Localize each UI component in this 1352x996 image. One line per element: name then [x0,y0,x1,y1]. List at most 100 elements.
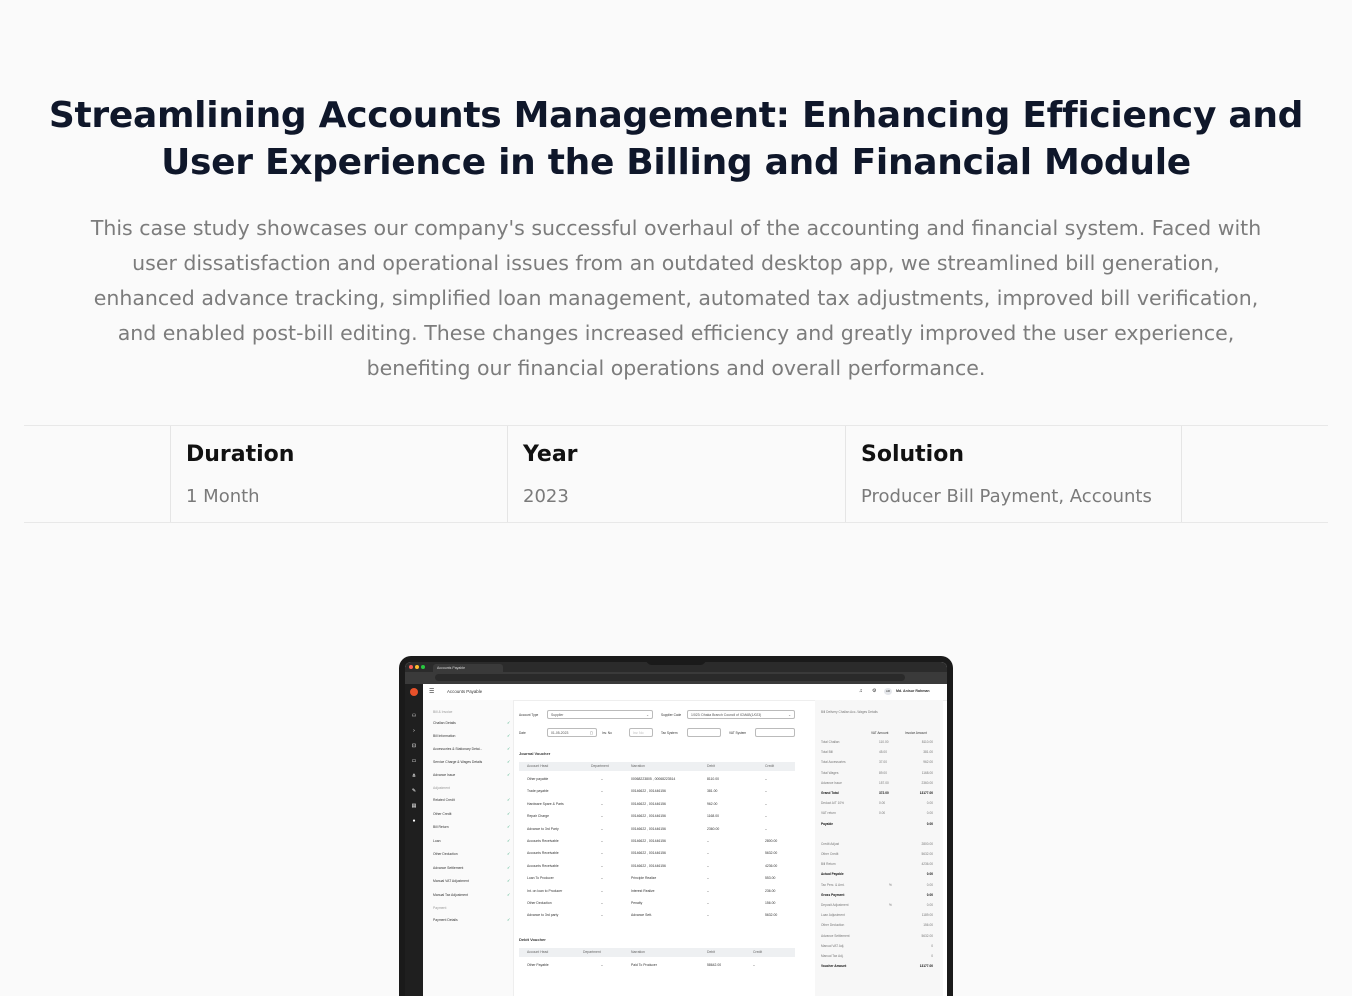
cell: 381.00 [707,789,718,794]
menu-item[interactable]: Service Charge & Wages Details [433,760,482,764]
vat-system-label: VAT System [729,731,747,735]
cell: 2360.00 [707,826,720,831]
bell-icon[interactable]: ● [411,819,417,824]
network-icon[interactable]: ⋔ [411,774,417,779]
cart-icon[interactable]: ⊡ [411,744,417,749]
cell: – [765,814,767,819]
menu-item[interactable]: Manual Tax Adjustment [433,893,468,897]
settings-gear-icon[interactable]: ⚙ [872,688,876,694]
wallet-icon[interactable]: ▤ [411,804,417,809]
table-row[interactable]: Accounts Receivable – 00146622 , 001446156… [519,861,799,873]
cell: Advance to 3rd party [527,913,559,918]
tax-system-select[interactable] [687,728,721,737]
summary-row: Advance Settlement 5632.00 [821,934,937,938]
cell: Accounts Receivable [527,839,559,843]
date-field[interactable]: 01-05-2023 ▢ [547,728,597,737]
table-row[interactable]: Accounts Receivable – 00146622 , 001446156… [519,848,799,860]
cell: – [601,913,603,918]
avatar[interactable]: AR [884,688,892,695]
column-header: Account Head [527,764,549,768]
table-row[interactable]: Advance to 3rd Party – 00146622 , 00144615… [519,824,799,836]
menu-item[interactable]: Advance Settlement [433,866,463,870]
account-type-select[interactable]: Supplier ⌄ [547,710,653,719]
edit-icon[interactable]: ✎ [411,789,417,794]
menu-item[interactable]: Payment Details [433,918,458,922]
camera-notch [646,656,706,665]
cell: 00146622 , 001446156 [631,826,666,831]
cell: 00146622 , 001446156 [631,814,666,819]
address-bar[interactable] [435,674,905,681]
summary-row: Actual Payable 0.00 [821,872,937,876]
table-row[interactable]: Repair Charge – 00146622 , 001446156 1168.0… [519,811,799,823]
table-row[interactable]: Accounts Receivable – 00146622 , 001446156… [519,836,799,848]
summary-panel: Bill Delivery Challan Acc.-Wages Details… [815,700,943,996]
cell: – [765,801,767,806]
minimize-window-icon[interactable] [415,665,419,669]
maximize-window-icon[interactable] [421,665,425,669]
cell: – [707,888,709,893]
chevron-down-icon: ⌄ [646,713,649,717]
menu-item[interactable]: Other Deduction [433,852,458,856]
close-window-icon[interactable] [409,665,413,669]
menu-item[interactable]: Bill Return [433,825,449,829]
menu-item[interactable]: Accessories & Stationary Detai... [433,747,482,751]
cell: Trade payable [527,789,549,794]
check-icon: ✓ [507,746,511,751]
summary-row: Total Challan 110.00 8110.00 [821,740,937,744]
table-row[interactable]: Other payable – 00068223805 , 00068223514 8… [519,774,799,786]
cell: Principle Realize [631,876,657,881]
menu-item[interactable]: Related Credit [433,798,455,802]
calendar-icon: ▢ [589,731,593,735]
browser-tab[interactable]: Accounts Payable [433,664,503,672]
laptop-screen: Accounts Payable ⚇ › ⊡ ▭ ⋔ ✎ ▤ ● ☰ Accou… [405,662,947,996]
table-row[interactable]: Int. on loan to Producer – Interest Realiz… [519,886,799,898]
cell: – [601,777,603,781]
users-icon[interactable]: ⚇ [411,714,417,719]
cell: 156.00 [765,901,776,905]
summary-row: Manual VAT Adj. 0 [821,944,937,948]
menu-item[interactable]: Advance Issue [433,773,455,777]
table-row[interactable]: Advance to 3rd party – Advance Sett. – 5632.… [519,910,799,922]
meta-value: 1 Month [186,486,260,507]
summary-label: Total Bill [821,750,833,755]
summary-label: Other Deduction [821,923,845,928]
menu-item[interactable]: Other Credit [433,812,451,816]
table-row[interactable]: Other Deduction – Penalty – 156.00 [519,898,799,910]
vat-system-select[interactable] [755,728,795,737]
menu-item[interactable]: Loan [433,839,441,843]
notification-bell-icon[interactable]: ♫ [859,688,863,694]
table-row[interactable]: Trade payable – 00146622 , 001446156 381.00… [519,786,799,798]
check-icon: ✓ [507,878,511,883]
truck-icon[interactable]: ▭ [411,759,417,764]
summary-vat: 0.00 [879,801,886,806]
table-row[interactable]: Loan To Producer – Principle Realize – 553.0… [519,873,799,885]
summary-label: Total Wages [821,770,839,775]
chevron-down-icon: ⌄ [788,713,791,717]
meta-year: Year 2023 [507,426,845,522]
cell: Accounts Receivable [527,851,559,856]
cell: Int. on loan to Producer [527,888,563,893]
browser-toolbar [405,672,947,684]
invoice-no-input[interactable]: Inv. No [629,728,653,737]
section-menu: Bill & Invoice Challan Details ✓ Bill In… [423,700,514,996]
summary-amount: 0.00 [926,903,933,907]
menu-item[interactable]: Manual VAT Adjustment [433,879,469,883]
journal-voucher-title: Journal Voucher [519,751,551,756]
supplier-code-select[interactable]: 1/023: Dhaka Branch Council of ICMAB(1/0… [687,710,795,719]
hamburger-menu-icon[interactable]: ☰ [429,688,434,695]
chevron-icon[interactable]: › [411,729,417,734]
cell: – [601,801,603,806]
summary-label: Other Credit [821,852,839,856]
user-name[interactable]: Md. Anisur Rahman [896,689,930,693]
check-icon: ✓ [507,824,511,829]
summary-amount: 381.00 [923,750,933,755]
case-study-description: This case study showcases our company's … [90,216,1262,380]
table-row[interactable]: Other Payable – Paid To Producer 58642.0… [519,960,799,972]
cell: Other Deduction [527,901,552,905]
menu-item[interactable]: Bill Information [433,734,455,738]
menu-item[interactable]: Challan Details [433,721,456,725]
check-icon: ✓ [507,733,511,738]
cell: – [753,963,755,967]
table-row[interactable]: Hardware Spare & Parts – 00146622 , 001446… [519,799,799,811]
summary-amount: 8110.00 [921,740,933,744]
